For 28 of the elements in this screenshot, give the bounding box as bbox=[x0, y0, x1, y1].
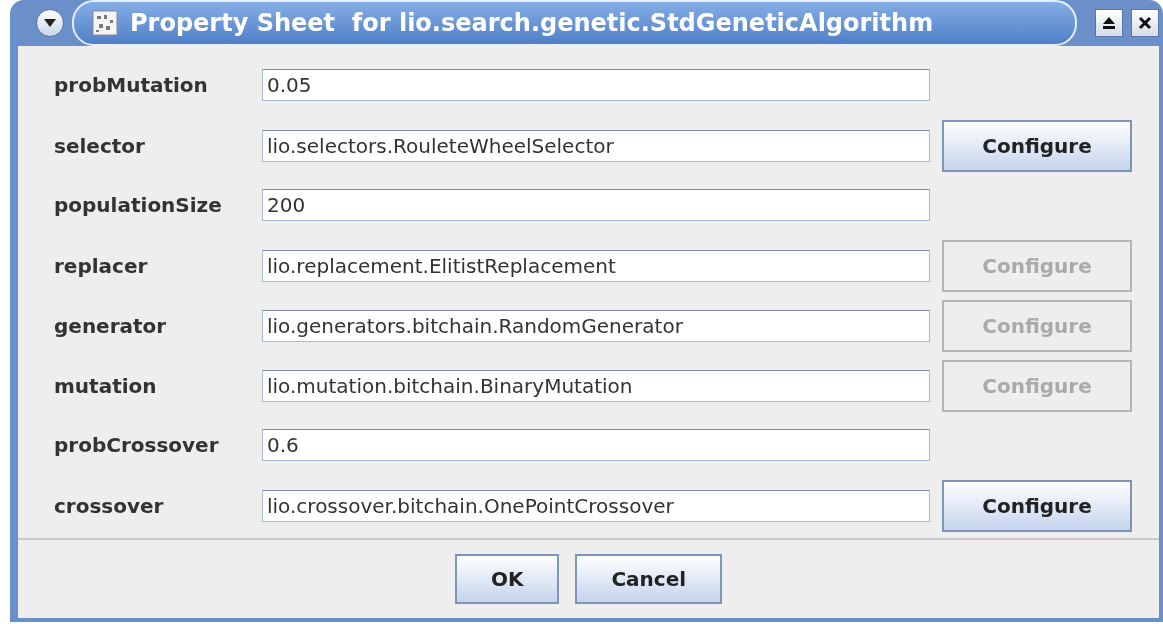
property-label: replacer bbox=[54, 254, 149, 278]
property-field[interactable]: lio.selectors.RouleteWheelSelector bbox=[262, 130, 930, 162]
property-field[interactable]: lio.replacement.ElitistReplacement bbox=[262, 250, 930, 282]
property-field[interactable]: 200 bbox=[262, 189, 930, 221]
property-label: probCrossover bbox=[54, 433, 220, 457]
window-menu-button[interactable] bbox=[36, 9, 64, 37]
property-label: populationSize bbox=[54, 193, 223, 217]
window-title: Property Sheet for lio.search.genetic.StdGeneticAlgorithm bbox=[130, 9, 934, 37]
configure-button[interactable]: Configure bbox=[942, 480, 1132, 532]
property-field[interactable]: lio.crossover.bitchain.OnePointCrossover bbox=[262, 490, 930, 522]
cancel-button[interactable]: Cancel bbox=[575, 554, 723, 604]
property-field[interactable]: 0.05 bbox=[262, 69, 930, 101]
property-label: crossover bbox=[54, 494, 165, 518]
close-icon bbox=[1138, 16, 1152, 30]
property-field[interactable]: lio.generators.bitchain.RandomGenerator bbox=[262, 310, 930, 342]
caret-icon bbox=[43, 18, 57, 28]
close-button[interactable] bbox=[1131, 9, 1159, 37]
configure-button[interactable]: Configure bbox=[942, 120, 1132, 172]
ok-button[interactable]: OK bbox=[454, 554, 560, 604]
property-label: selector bbox=[54, 134, 146, 158]
property-label: mutation bbox=[54, 374, 158, 398]
property-label: generator bbox=[54, 314, 168, 338]
property-label: probMutation bbox=[54, 73, 209, 97]
maximize-button[interactable] bbox=[1095, 9, 1123, 37]
eject-icon bbox=[1102, 16, 1116, 30]
property-field[interactable]: lio.mutation.bitchain.BinaryMutation bbox=[262, 370, 930, 402]
app-icon bbox=[92, 10, 118, 36]
property-field[interactable]: 0.6 bbox=[262, 429, 930, 461]
